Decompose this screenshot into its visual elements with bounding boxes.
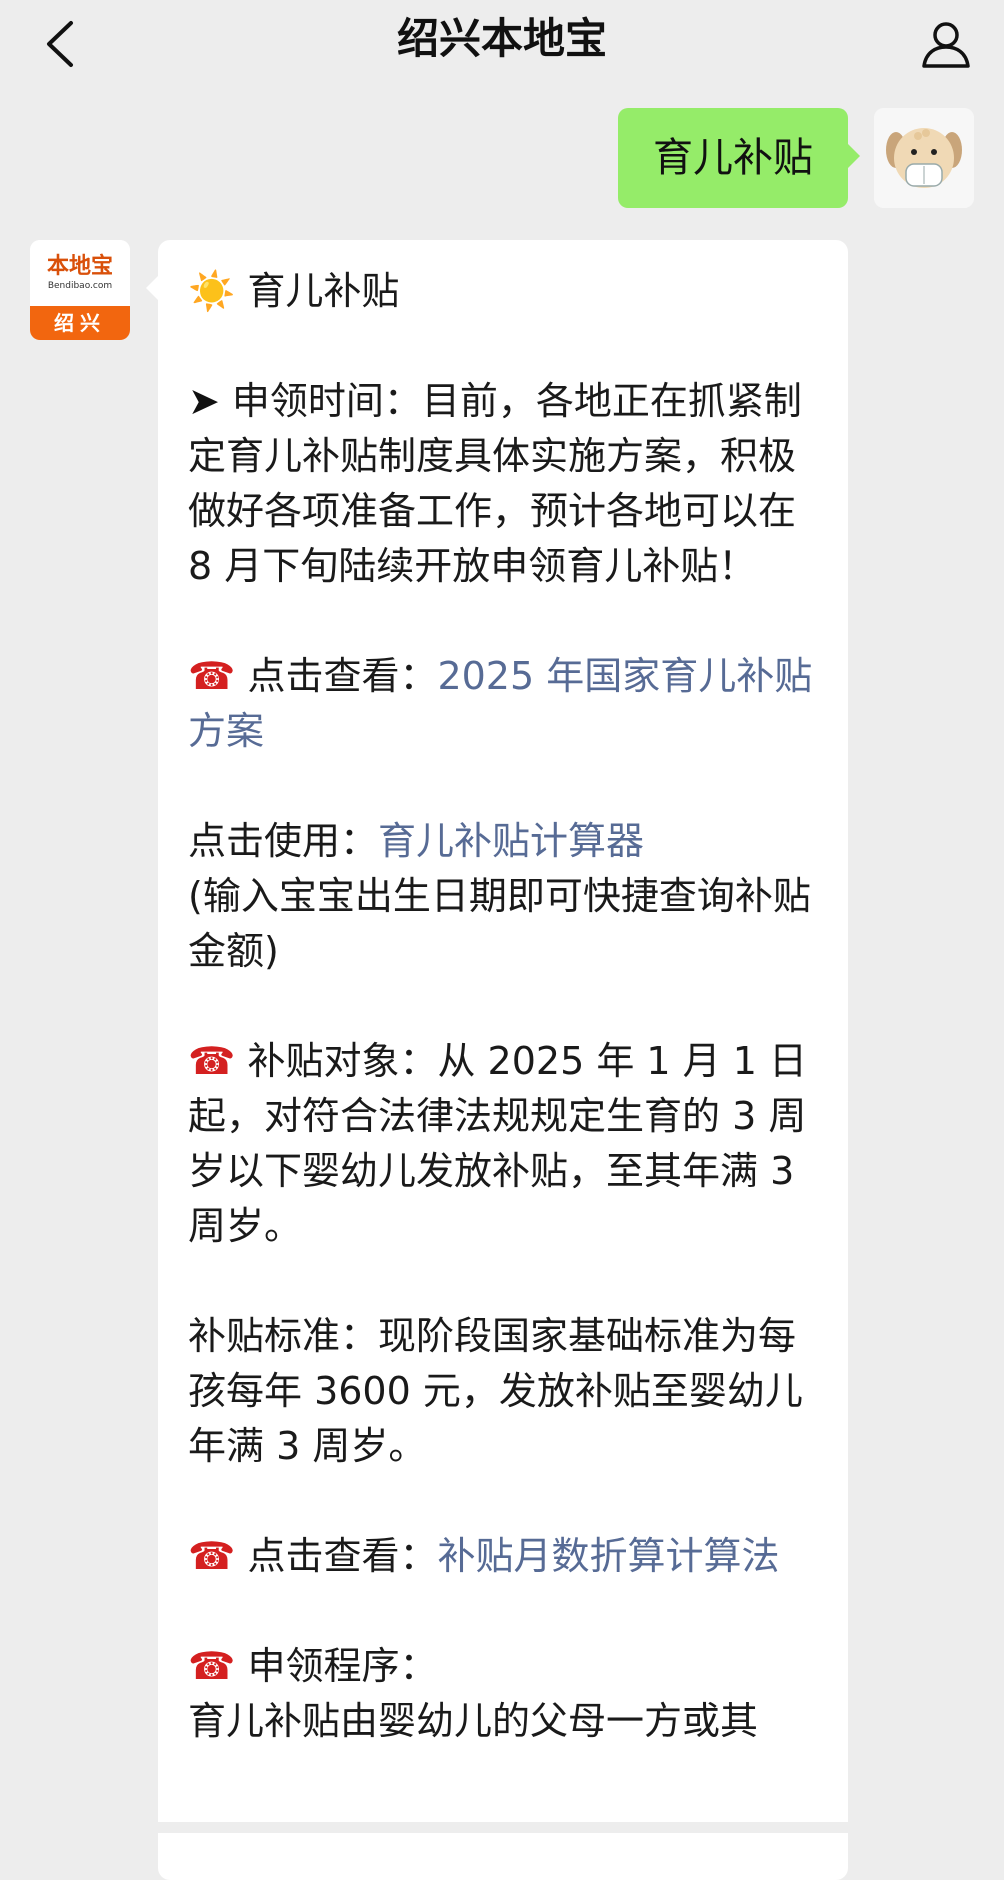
month-calculation-link[interactable]: 补贴月数折算计算法 <box>437 1534 779 1578</box>
calculator-note: (输入宝宝出生日期即可快捷查询补贴金额) <box>188 874 811 973</box>
procedure-heading: ☎ 申领程序： <box>188 1639 828 1694</box>
view-plan-label: 点击查看： <box>247 654 438 698</box>
use-label: 点击使用： <box>188 819 379 863</box>
telephone-icon: ☎ <box>188 1644 236 1688</box>
target-paragraph: ☎ 补贴对象：从 2025 年 1 月 1 日起，对符合法律法规规定生育的 3 … <box>188 1034 828 1254</box>
logo-sub-text: Bendibao.com <box>47 281 113 291</box>
person-icon <box>922 22 970 68</box>
telephone-icon: ☎ <box>188 1039 236 1083</box>
target-label: 补贴对象： <box>247 1039 438 1083</box>
bot-avatar[interactable]: 本地宝 Bendibao.com 绍兴 <box>30 240 130 340</box>
view-plan-paragraph: ☎ 点击查看：2025 年国家育儿补贴方案 <box>188 649 828 759</box>
calculator-link[interactable]: 育儿补贴计算器 <box>378 819 644 863</box>
bot-message-text: ☀️ 育儿补贴 ➤ 申领时间：目前，各地正在抓紧制定育儿补贴制度具体实施方案，积… <box>188 264 828 1749</box>
apply-time-text: 申领时间：目前，各地正在抓紧制定育儿补贴制度具体实施方案，积极做好各项准备工作，… <box>188 379 802 588</box>
view-method-paragraph: ☎ 点击查看：补贴月数折算计算法 <box>188 1529 828 1584</box>
telephone-icon: ☎ <box>188 654 236 698</box>
logo-city-text: 绍兴 <box>30 306 130 340</box>
logo-main-text: 本地宝 <box>46 254 113 279</box>
procedure-text: 育儿补贴由婴幼儿的父母一方或其 <box>188 1699 759 1743</box>
bot-message-bubble: ☀️ 育儿补贴 ➤ 申领时间：目前，各地正在抓紧制定育儿补贴制度具体实施方案，积… <box>146 240 848 1880</box>
top-navigation-bar: 绍兴本地宝 <box>0 0 1004 90</box>
arrow-icon: ➤ <box>188 379 232 423</box>
user-avatar[interactable] <box>874 108 974 208</box>
view-method-label: 点击查看： <box>247 1534 438 1578</box>
telephone-icon: ☎ <box>188 1534 236 1578</box>
page-title: 绍兴本地宝 <box>396 14 607 63</box>
dog-avatar-icon <box>874 108 974 208</box>
user-message-bubble[interactable]: 育儿补贴 <box>618 108 860 208</box>
heading-text: 育儿补贴 <box>247 269 400 313</box>
profile-button[interactable] <box>914 12 978 76</box>
bottom-edge <box>0 1822 1004 1833</box>
standard-paragraph: 补贴标准：现阶段国家基础标准为每孩每年 3600 元，发放补贴至婴幼儿年满 3 … <box>188 1314 803 1468</box>
message-heading: ☀️ 育儿补贴 <box>188 264 828 319</box>
calculator-paragraph: 点击使用：育儿补贴计算器 <box>188 814 828 869</box>
logo: 本地宝 Bendibao.com <box>30 240 130 306</box>
apply-time-paragraph: ➤ 申领时间：目前，各地正在抓紧制定育儿补贴制度具体实施方案，积极做好各项准备工… <box>188 374 828 594</box>
procedure-label: 申领程序： <box>247 1644 438 1688</box>
sun-icon: ☀️ <box>188 269 236 313</box>
